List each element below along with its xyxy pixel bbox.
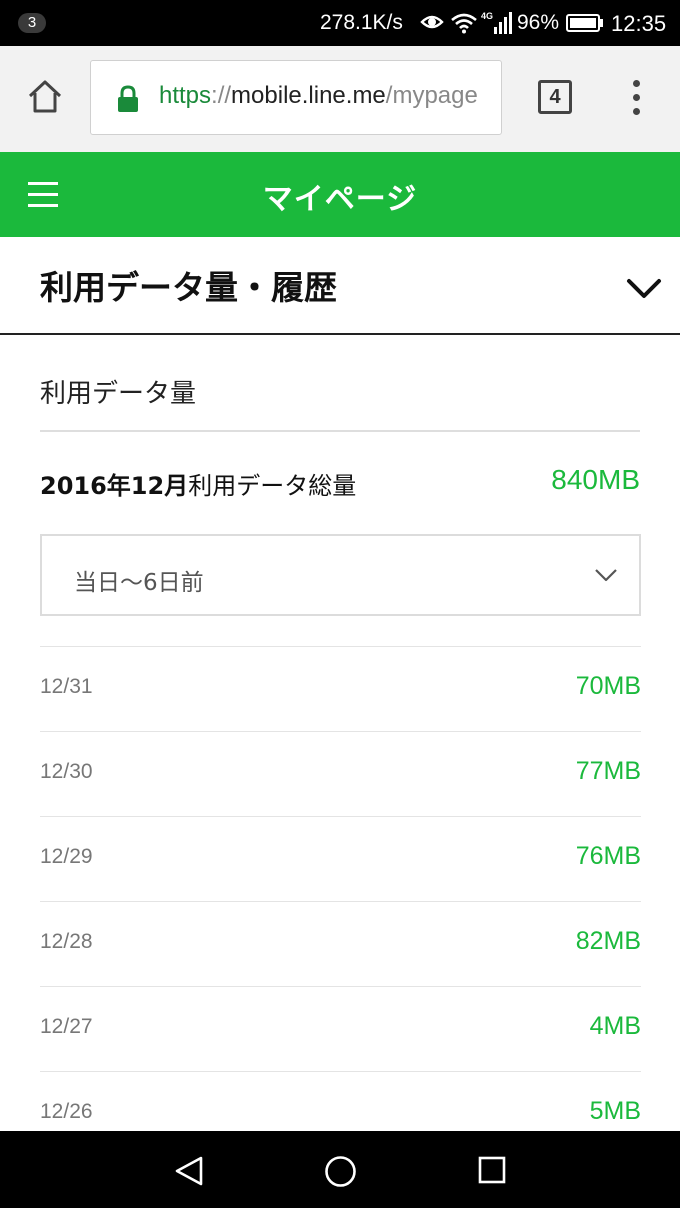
- usage-row: 12/30 77MB: [40, 731, 641, 816]
- url-text[interactable]: https://mobile.line.me/mypage: [159, 82, 478, 110]
- usage-row: 12/28 82MB: [40, 901, 641, 986]
- usage-value: 77MB: [575, 757, 641, 785]
- lock-icon: [118, 85, 138, 112]
- back-icon[interactable]: [173, 1155, 205, 1187]
- usage-row: 12/29 76MB: [40, 816, 641, 901]
- usage-date: 12/30: [40, 760, 93, 783]
- usage-value: 70MB: [575, 672, 641, 700]
- usage-row: 12/27 4MB: [40, 986, 641, 1071]
- battery-percent: 96%: [517, 11, 560, 34]
- total-label-text: 利用データ総量: [188, 472, 357, 500]
- usage-value: 82MB: [575, 927, 641, 955]
- tabs-icon[interactable]: 4: [538, 80, 572, 114]
- range-selected-value: 当日〜6日前: [74, 570, 204, 596]
- total-usage-label: 2016年12月利用データ総量: [40, 466, 356, 501]
- usage-date: 12/27: [40, 1015, 93, 1038]
- signal-icon: 4G: [481, 11, 512, 34]
- wifi-icon: [451, 13, 477, 34]
- url-scheme: https: [159, 82, 212, 109]
- usage-date: 12/28: [40, 930, 93, 953]
- range-select[interactable]: 当日〜6日前: [40, 534, 641, 616]
- chevron-down-icon[interactable]: [626, 277, 662, 301]
- divider: [40, 430, 640, 432]
- home-icon[interactable]: [26, 78, 64, 114]
- status-bar: 3 278.1K/s 4G 96% 12:35: [0, 0, 680, 46]
- daily-usage-list: 12/31 70MB 12/30 77MB 12/29 76MB 12/28 8…: [40, 646, 641, 1156]
- total-usage-value: 840MB: [551, 464, 640, 495]
- system-nav-bar: [0, 1131, 680, 1208]
- usage-date: 12/31: [40, 675, 93, 698]
- browser-toolbar: https://mobile.line.me/mypage 4: [0, 46, 680, 152]
- clock: 12:35: [611, 11, 667, 36]
- menu-dots-icon[interactable]: [630, 80, 642, 116]
- chevron-down-icon: [595, 569, 617, 582]
- usage-value: 76MB: [575, 842, 641, 870]
- total-period: 2016年12月: [40, 472, 189, 500]
- usage-date: 12/26: [40, 1100, 93, 1123]
- notification-count-badge: 3: [18, 13, 46, 33]
- usage-date: 12/29: [40, 845, 93, 868]
- usage-section-header[interactable]: 利用データ量・履歴: [0, 237, 680, 335]
- page-title: マイページ: [262, 182, 418, 217]
- address-bar[interactable]: https://mobile.line.me/mypage: [90, 60, 502, 135]
- eye-icon: [420, 15, 444, 29]
- usage-subheading: 利用データ量: [40, 379, 197, 409]
- url-separator: ://: [211, 82, 232, 109]
- usage-row: 12/31 70MB: [40, 646, 641, 731]
- app-header: マイページ: [0, 152, 680, 237]
- url-host: mobile.line.me: [231, 82, 386, 109]
- battery-icon: [566, 14, 603, 32]
- url-path: /mypage: [385, 82, 478, 109]
- home-circle-icon[interactable]: [324, 1155, 357, 1188]
- recents-icon[interactable]: [478, 1156, 506, 1184]
- usage-value: 4MB: [589, 1012, 641, 1040]
- network-speed: 278.1K/s: [320, 11, 403, 34]
- usage-value: 5MB: [589, 1097, 641, 1125]
- network-type-label: 4G: [481, 11, 493, 21]
- section-title: 利用データ量・履歴: [40, 268, 337, 307]
